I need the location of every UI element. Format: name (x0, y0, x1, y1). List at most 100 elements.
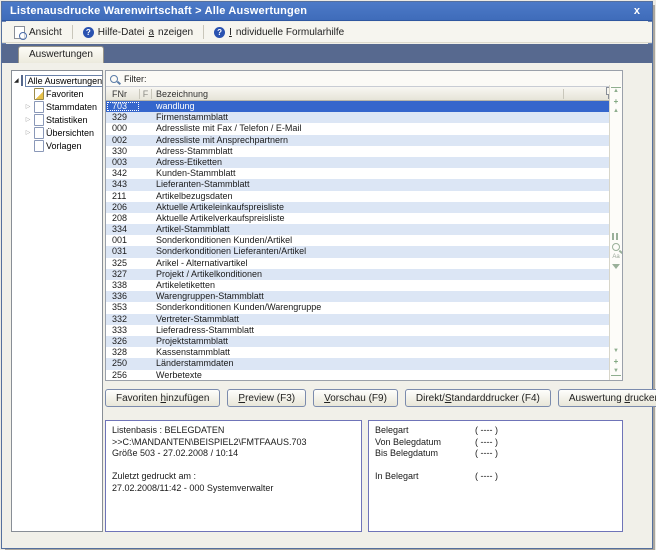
info-line: 27.02.2008/11:42 - 000 Systemverwalter (112, 483, 355, 495)
page-down-icon[interactable]: + (611, 358, 621, 365)
cell-flag (140, 135, 152, 146)
cell-fnr: 343 (106, 179, 140, 190)
cell-fnr: 353 (106, 302, 140, 313)
cell-bezeichnung: Länderstammdaten (152, 358, 564, 369)
sidebar-item-uebersichten[interactable]: ▷Übersichten (12, 126, 102, 139)
expander-icon[interactable]: ▷ (24, 116, 32, 123)
table-row[interactable]: 256Werbetexte (106, 370, 622, 381)
table-row[interactable]: 002Adressliste mit Ansprechpartnern (106, 135, 622, 146)
cell-fnr: 256 (106, 370, 140, 381)
table-row[interactable]: 342Kunden-Stammblatt (106, 168, 622, 179)
cell-flag (140, 347, 152, 358)
field-spacer (375, 460, 616, 472)
cell-flag (140, 191, 152, 202)
table-row[interactable]: 332Vertreter-Stammblatt (106, 314, 622, 325)
page-up-icon[interactable]: + (611, 98, 621, 105)
cell-fnr: 001 (106, 235, 140, 246)
search-icon[interactable] (612, 243, 620, 251)
sidebar-item-label: Statistiken (46, 115, 88, 125)
table-row[interactable]: 329Firmenstammblatt (106, 112, 622, 123)
table-row[interactable]: 003 Adress-Etiketten (106, 157, 622, 168)
field-row: Belegart( ---- ) (375, 425, 616, 437)
toolbar-button-hilfe-datei-anzeigen[interactable]: ?Hilfe-Datei anzeigen (77, 25, 199, 40)
table-row[interactable]: 031Sonderkonditionen Lieferanten/Artikel (106, 246, 622, 257)
sidebar-item-favoriten[interactable]: Favoriten (12, 87, 102, 100)
cell-bezeichnung: Lieferadress-Stammblatt (152, 325, 564, 336)
help-icon: ? (83, 27, 94, 38)
cell-flag (140, 157, 152, 168)
table-row[interactable]: 211Artikelbezugsdaten (106, 191, 622, 202)
expander-icon[interactable]: ▷ (24, 103, 32, 110)
vorschau-f9-button[interactable]: Vorschau (F9) (313, 389, 398, 407)
tree-root-alle-auswertungen[interactable]: ◢ Alle Auswertungen (12, 74, 102, 87)
cell-bezeichnung: Firmenstammblatt (152, 112, 564, 123)
column-header-bezeichnung[interactable]: Bezeichnung (152, 89, 564, 99)
table-row[interactable]: 334Artikel-Stammblatt (106, 224, 622, 235)
table-row[interactable]: 338Artikeletiketten (106, 280, 622, 291)
column-header-f[interactable]: F (140, 89, 152, 99)
table-row[interactable]: 343 Lieferanten-Stammblatt (106, 179, 622, 190)
table-row[interactable]: 326Projektstammblatt (106, 336, 622, 347)
info-line: Größe 503 - 27.02.2008 / 10:14 (112, 448, 355, 460)
table-row[interactable]: 250Länderstammdaten (106, 358, 622, 369)
tab-auswertungen[interactable]: Auswertungen (18, 46, 104, 63)
field-value: ( ---- ) (475, 471, 498, 483)
field-row: In Belegart( ---- ) (375, 471, 616, 483)
table-row[interactable]: 703wandlung (106, 101, 622, 112)
cell-flag (140, 179, 152, 190)
table-row[interactable]: 208Aktuelle Artikelverkaufspreisliste (106, 213, 622, 224)
cell-fnr: 206 (106, 202, 140, 213)
columns-icon[interactable] (612, 233, 620, 240)
cell-fnr: 334 (106, 224, 140, 235)
table-row[interactable]: 325Arikel - Alternativartikel (106, 258, 622, 269)
table-row[interactable]: 206 Aktuelle Artikeleinkaufspreisliste (106, 202, 622, 213)
cell-fnr: 003 (106, 157, 140, 168)
table-row[interactable]: 353Sonderkonditionen Kunden/Warengruppe (106, 302, 622, 313)
table-row[interactable]: 001 Sonderkonditionen Kunden/Artikel (106, 235, 622, 246)
toolbar-button-ansicht[interactable]: Ansicht (8, 24, 68, 41)
auswertung-drucken-button[interactable]: Auswertung drucken (558, 389, 656, 407)
sidebar-item-statistiken[interactable]: ▷ Statistiken (12, 113, 102, 126)
filter-row: Filter: (106, 71, 622, 87)
favoriten-hinzufuegen-button[interactable]: Favoriten hinzufügen (105, 389, 220, 407)
filter-search-icon[interactable] (110, 75, 118, 83)
cell-bezeichnung: Adressliste mit Fax / Telefon / E-Mail (152, 123, 564, 134)
table-row[interactable]: 327Projekt / Artikelkonditionen (106, 269, 622, 280)
table-row[interactable]: 330Adress-Stammblatt (106, 146, 622, 157)
table-row[interactable]: 000Adressliste mit Fax / Telefon / E-Mai… (106, 123, 622, 134)
info-line: Zuletzt gedruckt am : (112, 471, 355, 483)
table-row[interactable]: 328Kassenstammblatt (106, 347, 622, 358)
scroll-down-icon[interactable]: ▼ (611, 348, 621, 355)
text-search-icon[interactable]: Aa (611, 254, 621, 261)
titlebar: Listenausdrucke Warenwirtschaft > Alle A… (2, 2, 652, 21)
field-row: Bis Belegdatum( ---- ) (375, 448, 616, 460)
cell-flag (140, 235, 152, 246)
scroll-top-icon[interactable]: ▲ (611, 87, 621, 95)
table-row[interactable]: 333Lieferadress-Stammblatt (106, 325, 622, 336)
cell-bezeichnung: Vertreter-Stammblatt (152, 314, 564, 325)
cell-fnr: 336 (106, 291, 140, 302)
cell-bezeichnung: Sonderkonditionen Kunden/Artikel (152, 235, 564, 246)
cell-flag (140, 291, 152, 302)
document-icon (34, 140, 44, 152)
sidebar-item-stammdaten[interactable]: ▷Stammdaten (12, 100, 102, 113)
cell-bezeichnung: Aktuelle Artikeleinkaufspreisliste (152, 202, 564, 213)
cell-bezeichnung: Lieferanten-Stammblatt (152, 179, 564, 190)
document-icon (34, 127, 44, 139)
scroll-bottom-icon[interactable]: ▼ (611, 368, 621, 376)
preview-f3-button[interactable]: Preview (F3) (227, 389, 306, 407)
filter-icon[interactable] (612, 264, 620, 269)
cell-fnr: 327 (106, 269, 140, 280)
expander-icon[interactable]: ◢ (14, 77, 19, 84)
toolbar-button-individuelle-formularhilfe[interactable]: ?Individuelle Formularhilfe (208, 25, 350, 40)
table-row[interactable]: 336Warengruppen-Stammblatt (106, 291, 622, 302)
cell-flag (140, 146, 152, 157)
cell-bezeichnung: Adress-Stammblatt (152, 146, 564, 157)
expander-icon[interactable]: ▷ (24, 129, 32, 136)
column-header-fnr[interactable]: FNr (106, 89, 140, 99)
direkt-standarddrucker-f4-button[interactable]: Direkt/Standarddrucker (F4) (405, 389, 551, 407)
close-button[interactable]: x (630, 5, 644, 17)
scroll-up-icon[interactable]: ▲ (611, 108, 621, 115)
sidebar-item-vorlagen[interactable]: Vorlagen (12, 139, 102, 152)
cell-bezeichnung: Adress-Etiketten (152, 157, 564, 168)
